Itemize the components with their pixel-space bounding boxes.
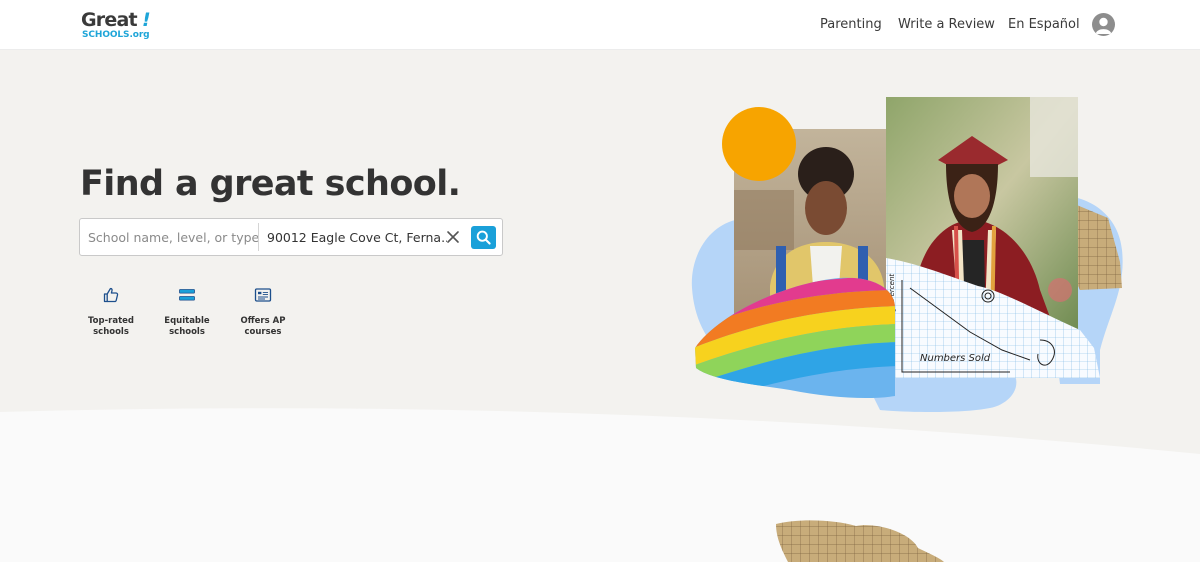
- hero-section: Find a great school. Top-rated schools: [0, 50, 1200, 562]
- nav-parenting[interactable]: Parenting: [820, 16, 882, 34]
- nav-write-a-review[interactable]: Write a Review: [898, 16, 995, 34]
- svg-text:Numbers Sold: Numbers Sold: [920, 353, 991, 364]
- sun-circle: [722, 107, 796, 181]
- site-header: Great ! SCHOOLS.org Parenting Write a Re…: [0, 0, 1200, 50]
- hero-collage-illustration: Average Percent Numbers Sold: [691, 97, 1123, 562]
- user-avatar-icon[interactable]: [1092, 13, 1115, 36]
- logo-exclamation: !: [142, 9, 151, 31]
- logo-wordmark: Great: [81, 9, 138, 31]
- logo-subtitle: SCHOOLS.org: [82, 30, 150, 40]
- nav-en-espanol[interactable]: En Español: [1008, 16, 1080, 34]
- greatschools-logo[interactable]: Great ! SCHOOLS.org: [81, 9, 157, 43]
